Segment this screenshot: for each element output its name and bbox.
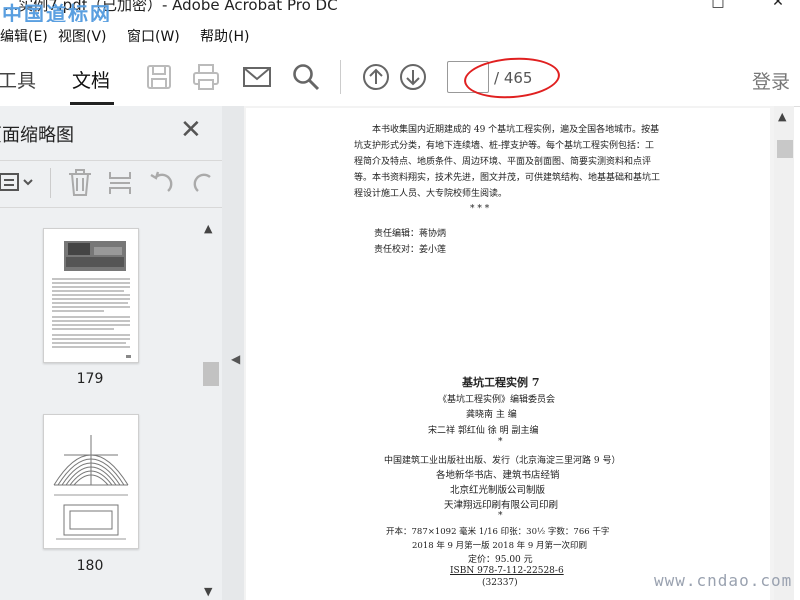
menu-view[interactable]: 视图(V) xyxy=(58,26,107,46)
thumbnail-page-content xyxy=(53,435,129,540)
book-title: 基坑工程实例 7 xyxy=(462,376,540,389)
close-button[interactable]: ✕ xyxy=(758,0,798,10)
editor-credit: 责任编辑：蒋协炳 xyxy=(374,229,447,239)
printer: 天津翔远印刷有限公司印刷 xyxy=(444,500,559,511)
collapse-arrow-icon[interactable]: ◀ xyxy=(231,352,240,366)
intro-line: 等。本书资料翔实，技术先进，图文并茂，可供建筑结构、地基基础和基坑工 xyxy=(354,173,661,183)
undo-icon[interactable] xyxy=(148,169,176,197)
menu-help[interactable]: 帮助(H) xyxy=(200,26,249,46)
menu-window[interactable]: 窗口(W) xyxy=(127,26,180,46)
edition: 2018 年 9 月第一版 2018 年 9 月第一次印刷 xyxy=(412,541,587,551)
redo-icon[interactable] xyxy=(190,169,218,197)
search-icon[interactable] xyxy=(291,62,321,92)
thumbnail-label: 180 xyxy=(76,558,104,574)
page-thumbnail-180[interactable] xyxy=(43,414,139,549)
thumbnail-scrollbar-thumb[interactable] xyxy=(203,362,219,386)
deputy-editors: 宋二祥 郭红仙 徐 明 副主编 xyxy=(428,426,539,436)
book-code: (32337) xyxy=(482,578,518,588)
distributor: 各地新华书店、建筑书店经销 xyxy=(436,470,560,481)
page-down-icon[interactable] xyxy=(398,62,428,92)
scroll-up-arrow-icon[interactable]: ▲ xyxy=(778,110,786,123)
toolbar-separator xyxy=(340,60,341,94)
page-thumbnail-179[interactable] xyxy=(43,228,139,363)
panel-toolbar-separator xyxy=(50,168,51,198)
intro-line: 坑支护形式分类，有地下连续墙、桩-撑支护等。每个基坑工程实例包括：工 xyxy=(354,141,655,151)
thumbnail-page-content xyxy=(52,241,131,358)
scroll-up-arrow-icon[interactable]: ▲ xyxy=(204,222,212,235)
login-button[interactable]: 登录 xyxy=(752,67,790,94)
committee: 《基坑工程实例》编辑委员会 xyxy=(438,395,556,405)
intro-line: 本书收集国内近期建成的 49 个基坑工程实例，遍及全国各地城市。按基 xyxy=(372,125,660,135)
document-scrollbar[interactable] xyxy=(774,106,794,600)
print-icon[interactable] xyxy=(191,62,221,92)
menu-bar xyxy=(0,22,800,48)
delete-icon[interactable] xyxy=(66,168,94,198)
save-icon[interactable] xyxy=(144,62,174,92)
thumbnail-scrollbar[interactable] xyxy=(200,216,220,600)
site-watermark: www.cndao.com xyxy=(654,571,793,590)
panel-title: 页面缩略图 xyxy=(0,125,74,146)
tab-document[interactable]: 文档 xyxy=(72,66,110,93)
isbn: ISBN 978-7-112-22528-6 xyxy=(450,566,564,576)
maximize-button[interactable]: □ xyxy=(698,0,738,10)
mail-icon[interactable] xyxy=(242,62,272,92)
extract-icon[interactable] xyxy=(106,168,134,198)
document-scrollbar-thumb[interactable] xyxy=(777,140,793,158)
proofreader-credit: 责任校对：姜小莲 xyxy=(374,245,447,255)
page-up-icon[interactable] xyxy=(361,62,391,92)
thumbnail-label: 179 xyxy=(76,371,104,387)
divider-star: * xyxy=(498,437,503,447)
tab-tools[interactable]: 工具 xyxy=(0,66,36,93)
active-tab-indicator xyxy=(70,102,114,105)
divider-stars: * * * xyxy=(470,204,490,214)
divider-star: * xyxy=(498,511,503,521)
close-icon[interactable]: ✕ xyxy=(180,115,202,145)
book-specs: 开本：787×1092 毫米 1/16 印张：30½ 字数：766 千字 xyxy=(386,527,610,537)
options-icon[interactable] xyxy=(0,171,34,195)
intro-line: 程简介及特点、地质条件、周边环境、平面及剖面图、简要实测资料和点评 xyxy=(354,157,652,167)
scroll-down-arrow-icon[interactable]: ▼ xyxy=(204,585,212,598)
intro-line: 程设计施工人员、大专院校师生阅读。 xyxy=(354,189,508,199)
chief-editor: 龚晓南 主 编 xyxy=(466,410,517,420)
publisher: 中国建筑工业出版社出版、发行（北京海淀三里河路 9 号） xyxy=(384,456,621,466)
menu-edit[interactable]: 编辑(E) xyxy=(0,26,48,46)
typesetter: 北京红光制版公司制版 xyxy=(450,485,546,496)
price: 定价：95.00 元 xyxy=(468,555,533,565)
